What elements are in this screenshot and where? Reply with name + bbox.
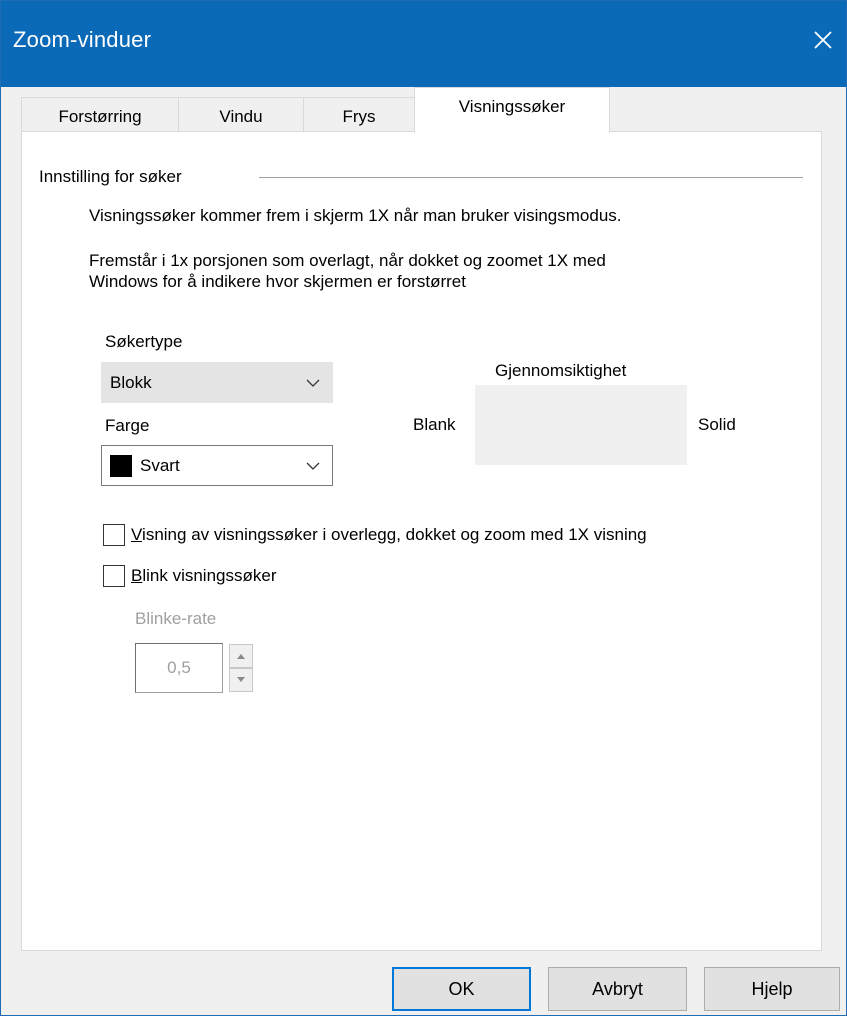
- ok-button[interactable]: OK: [392, 967, 531, 1011]
- close-icon: [814, 31, 832, 49]
- finder-type-value: Blokk: [110, 372, 152, 392]
- tab-frys[interactable]: Frys: [303, 97, 415, 132]
- arrow-up-icon: [237, 654, 245, 659]
- tab-forstorring[interactable]: Forstørring: [21, 97, 179, 132]
- blink-label: Blink visningssøker: [131, 566, 277, 586]
- chevron-down-icon: [306, 462, 320, 470]
- finder-type-label: Søkertype: [105, 332, 183, 351]
- cancel-button[interactable]: Avbryt: [548, 967, 687, 1011]
- show-overlay-checkbox[interactable]: [103, 524, 125, 546]
- blink-rate-value: 0,5: [167, 658, 191, 677]
- label-rest: isning av visningssøker i overlegg, dokk…: [142, 525, 647, 544]
- blink-rate-input[interactable]: 0,5: [135, 643, 223, 693]
- tab-label: Vindu: [219, 107, 263, 126]
- color-swatch: [110, 454, 132, 477]
- help-button[interactable]: Hjelp: [704, 967, 840, 1011]
- close-button[interactable]: [806, 23, 840, 57]
- blink-rate-label: Blinke-rate: [135, 609, 217, 628]
- label-rest: link visningssøker: [142, 566, 277, 585]
- color-select[interactable]: Svart: [101, 445, 333, 486]
- tab-strip: Forstørring Vindu Frys Visningssøker: [21, 87, 821, 133]
- window-title: Zoom-vinduer: [13, 27, 152, 52]
- description-text-line2: Windows for å indikere hvor skjermen er …: [89, 272, 466, 291]
- tab-label: Visningssøker: [458, 96, 566, 116]
- finder-type-select[interactable]: Blokk: [101, 362, 333, 403]
- transparency-max-label: Solid: [698, 415, 736, 434]
- dialog-window: Zoom-vinduer Forstørring Vindu Frys Visn…: [0, 0, 847, 1016]
- title-bar: Zoom-vinduer: [1, 1, 846, 87]
- blink-checkbox[interactable]: [103, 565, 125, 587]
- group-divider: [259, 177, 803, 178]
- spin-down-button[interactable]: [229, 668, 253, 692]
- tab-vindu[interactable]: Vindu: [178, 97, 304, 132]
- blink-option[interactable]: Blink visningssøker: [103, 565, 277, 587]
- show-overlay-label: Visning av visningssøker i overlegg, dok…: [131, 525, 647, 545]
- description-text: Visningssøker kommer frem i skjerm 1X nå…: [89, 206, 622, 225]
- tab-label: Frys: [342, 107, 376, 126]
- description-text-line1: Fremstår i 1x porsjonen som overlagt, nå…: [89, 251, 606, 270]
- group-label: Innstilling for søker: [39, 167, 182, 186]
- spin-up-button[interactable]: [229, 644, 253, 668]
- tab-label: Forstørring: [58, 107, 142, 126]
- transparency-slider[interactable]: [475, 385, 687, 465]
- access-key: V: [131, 525, 143, 544]
- tab-visningssoker[interactable]: Visningssøker: [414, 87, 610, 133]
- color-value: Svart: [140, 455, 180, 475]
- color-label: Farge: [105, 416, 150, 435]
- transparency-label: Gjennomsiktighet: [495, 361, 627, 380]
- show-overlay-option[interactable]: Visning av visningssøker i overlegg, dok…: [103, 524, 647, 546]
- transparency-min-label: Blank: [413, 415, 456, 434]
- chevron-down-icon: [306, 379, 320, 387]
- arrow-down-icon: [237, 677, 245, 682]
- access-key: B: [131, 566, 143, 585]
